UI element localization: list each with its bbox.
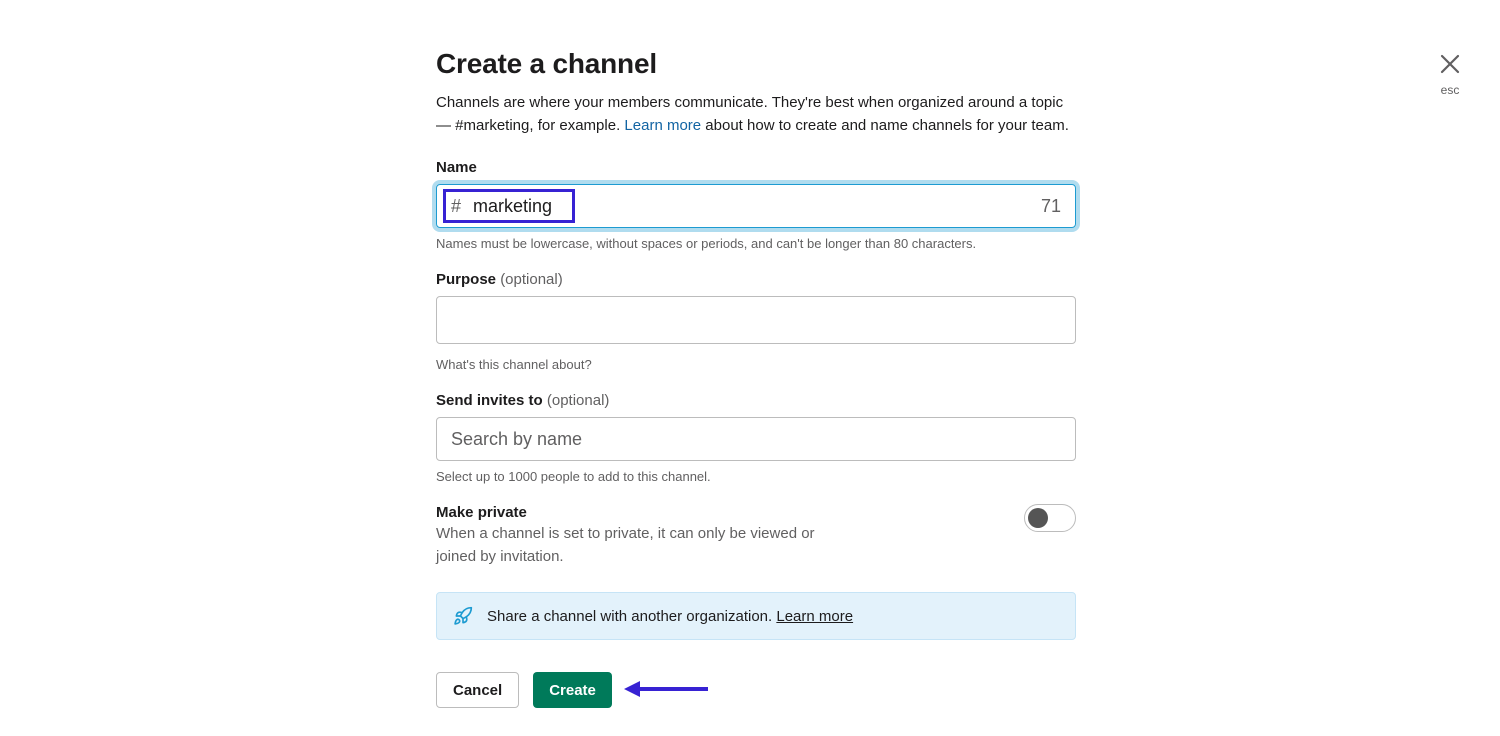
cancel-button[interactable]: Cancel: [436, 672, 519, 708]
modal-description: Channels are where your members communic…: [436, 92, 1076, 137]
create-channel-modal: Create a channel Channels are where your…: [436, 48, 1076, 708]
share-banner-text: Share a channel with another organizatio…: [487, 608, 853, 625]
char-count: 71: [1041, 196, 1061, 217]
modal-title: Create a channel: [436, 48, 1076, 80]
close-label: esc: [1438, 83, 1462, 97]
name-input-container[interactable]: # 71: [436, 184, 1076, 228]
toggle-knob: [1028, 508, 1048, 528]
hash-icon: #: [451, 196, 461, 217]
invites-search-input[interactable]: [436, 417, 1076, 461]
purpose-hint: What's this channel about?: [436, 357, 1076, 372]
purpose-label: Purpose (optional): [436, 271, 1076, 288]
share-learn-more-link[interactable]: Learn more: [776, 608, 853, 625]
name-hint: Names must be lowercase, without spaces …: [436, 236, 1076, 251]
learn-more-link[interactable]: Learn more: [624, 117, 701, 134]
close-icon: [1438, 52, 1462, 81]
private-toggle[interactable]: [1024, 504, 1076, 532]
channel-name-input[interactable]: [473, 196, 1041, 217]
create-button[interactable]: Create: [533, 672, 612, 708]
invites-hint: Select up to 1000 people to add to this …: [436, 469, 1076, 484]
invites-label: Send invites to (optional): [436, 392, 1076, 409]
close-button[interactable]: esc: [1438, 52, 1462, 97]
purpose-input[interactable]: [436, 296, 1076, 344]
rocket-icon: [453, 606, 473, 626]
private-description: When a channel is set to private, it can…: [436, 523, 856, 568]
make-private-row: Make private When a channel is set to pr…: [436, 504, 1076, 568]
share-org-banner: Share a channel with another organizatio…: [436, 592, 1076, 640]
button-row: Cancel Create: [436, 672, 1076, 708]
name-label: Name: [436, 159, 1076, 176]
private-title: Make private: [436, 504, 856, 521]
